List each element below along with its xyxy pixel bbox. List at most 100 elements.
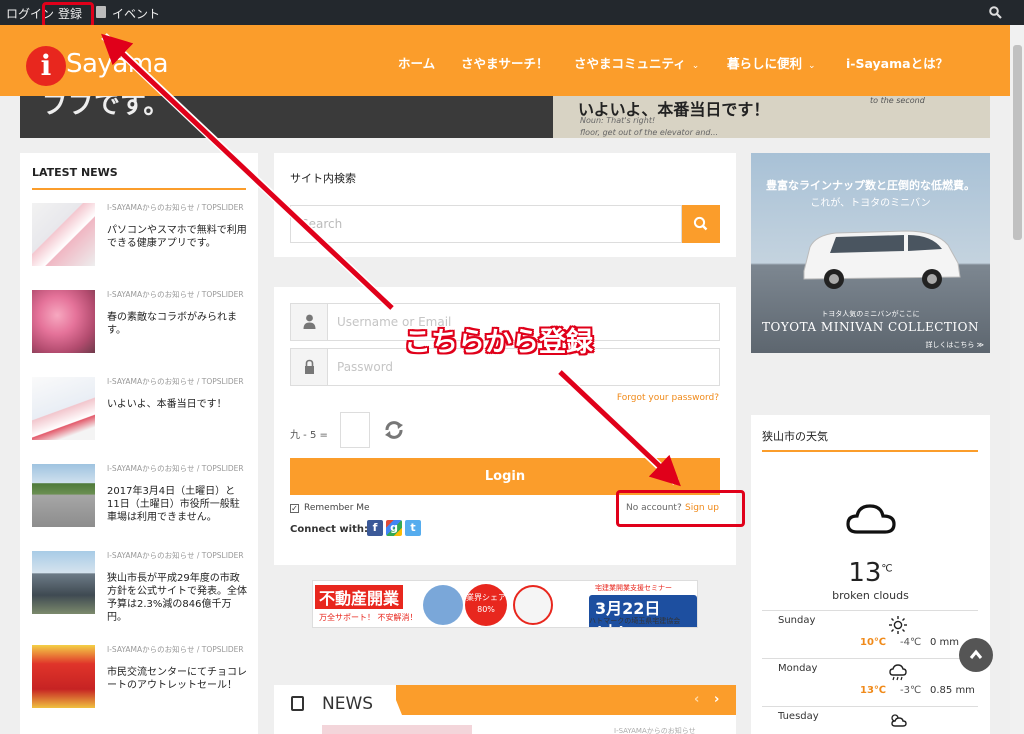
news-category[interactable]: I-SAYAMAからのお知らせ / TOPSLIDER — [107, 551, 247, 560]
document-icon — [291, 696, 304, 711]
search-button[interactable] — [682, 205, 720, 243]
search-icon — [693, 216, 708, 231]
news-category[interactable]: I-SAYAMAからのお知らせ / TOPSLIDER — [107, 290, 247, 299]
ad-subline: 万全サポート！ 不安解消！ — [319, 613, 418, 622]
cloud-icon — [846, 504, 896, 534]
hero-handwriting: to the second — [870, 96, 925, 105]
admin-bar: ログイン 登録 イベント — [0, 0, 1024, 28]
news-category[interactable]: I-SAYAMAからのお知らせ / TOPSLIDER — [107, 645, 247, 654]
news-category[interactable]: I-SAYAMAからのお知らせ / TOPSLIDER — [107, 203, 247, 212]
remember-me-label: Remember Me — [304, 503, 370, 513]
search-input[interactable] — [290, 205, 682, 243]
hero-caption: いよいよ、本番当日です！ — [578, 100, 770, 119]
forecast-high: 10℃ — [860, 637, 887, 648]
news-category[interactable]: I-SAYAMAからのお知らせ — [614, 726, 696, 734]
news-title[interactable]: 2017年3月4日（土曜日）と11日（土曜日）市役所一般駐車場は利用できません。 — [107, 485, 247, 524]
captcha-input[interactable] — [340, 412, 370, 448]
ad-banner[interactable]: 不動産開業 万全サポート！ 不安解消！ 業界シェア 80% 宅建業開業支援セミナ… — [312, 580, 698, 628]
prev-arrow-icon[interactable]: ‹ — [694, 692, 699, 707]
nav-about[interactable]: i-Sayamaとは？ — [846, 53, 948, 72]
news-title[interactable]: 市民交流センターにてチョコレートのアウトレットセール！ — [107, 666, 247, 692]
hero-handwriting: floor, get out of the elevator and... — [580, 128, 719, 137]
password-input[interactable] — [337, 358, 707, 376]
latest-news-heading: LATEST NEWS — [32, 166, 118, 179]
nav-sayama-search[interactable]: さやまサーチ！ — [461, 53, 549, 72]
forecast-precipitation: 0.85 mm — [930, 685, 975, 696]
forecast-precipitation: 0 mm — [930, 637, 960, 648]
captcha-question: 九 - 5 = — [290, 430, 328, 441]
weather-description: broken clouds — [832, 589, 909, 602]
weather-widget: 狭山市の天気 13℃ broken clouds Sunday 10℃ -4℃ … — [751, 415, 990, 734]
connect-with-label: Connect with: — [290, 524, 368, 535]
news-thumbnail[interactable] — [32, 645, 95, 708]
news-thumbnail[interactable] — [32, 464, 95, 527]
forecast-day: Monday — [778, 663, 818, 674]
sun-icon — [889, 616, 907, 634]
annotation-label: こちらから登録 — [404, 327, 593, 358]
search-icon[interactable] — [989, 6, 1002, 19]
ad-headline: 不動産開業 — [315, 585, 404, 609]
facebook-icon[interactable]: f — [367, 520, 383, 536]
nav-home[interactable]: ホーム — [398, 53, 435, 72]
news-thumbnail[interactable] — [32, 203, 95, 266]
site-logo[interactable]: i Sayama — [26, 46, 186, 86]
nav-living-label: 暮らしに便利 — [727, 56, 803, 71]
rain-cloud-icon — [889, 664, 907, 681]
event-link[interactable]: イベント — [112, 5, 160, 22]
next-arrow-icon[interactable]: › — [714, 692, 719, 707]
toyota-ad[interactable]: 豊富なラインナップ数と圧倒的な低燃費。 これが、トヨタのミニバン トヨタ人気のミ… — [751, 153, 990, 353]
logo-text: Sayama — [66, 49, 169, 79]
temperature-unit: ℃ — [881, 563, 893, 575]
news-title[interactable]: 狭山市長が平成29年度の市政方針を公式サイトで発表。全体予算は2.3%減の846… — [107, 572, 247, 624]
refresh-icon[interactable] — [383, 419, 405, 441]
nav-living[interactable]: 暮らしに便利 ⌄ — [727, 53, 816, 72]
latest-news-widget: LATEST NEWS I-SAYAMAからのお知らせ / TOPSLIDER … — [20, 153, 258, 734]
google-icon[interactable]: g — [386, 520, 402, 536]
news-section-title: NEWS — [322, 694, 374, 714]
lock-icon — [291, 349, 328, 385]
site-search-heading: サイト内検索 — [290, 172, 356, 185]
news-category[interactable]: I-SAYAMAからのお知らせ / TOPSLIDER — [107, 377, 247, 386]
news-category[interactable]: I-SAYAMAからのお知らせ / TOPSLIDER — [107, 464, 247, 473]
ad-line: 豊富なラインナップ数と圧倒的な低燃費。 — [766, 179, 975, 192]
partly-cloudy-icon — [891, 714, 907, 727]
nav-sayama-community[interactable]: さやまコミュニティ ⌄ — [574, 53, 699, 72]
user-icon — [291, 304, 328, 340]
signup-highlight-box — [616, 490, 745, 527]
forecast-row: Tuesday — [762, 706, 978, 734]
minivan-image — [803, 230, 961, 289]
hero-left-text: ブブです。 — [42, 96, 170, 120]
site-search-widget: サイト内検索 — [274, 153, 736, 257]
remember-me-checkbox[interactable]: ✓ — [290, 504, 299, 513]
chevron-down-icon: ⌄ — [808, 61, 816, 71]
page-scrollbar[interactable] — [1010, 25, 1024, 734]
chevron-up-icon — [969, 649, 983, 659]
news-section: NEWS ‹ › I-SAYAMAからのお知らせ — [274, 685, 736, 734]
news-thumbnail[interactable] — [32, 377, 95, 440]
ad-mascot-image — [513, 585, 553, 625]
news-title[interactable]: 春の素敵なコラボがみられます。 — [107, 311, 247, 337]
ad-seminar-text: 宅建業開業支援セミナー — [595, 584, 672, 592]
news-thumbnail[interactable] — [32, 551, 95, 614]
news-title[interactable]: いよいよ、本番当日です！ — [107, 398, 247, 411]
logo-mark: i — [26, 46, 66, 86]
chevron-down-icon: ⌄ — [691, 61, 700, 71]
news-bar — [396, 685, 736, 715]
weather-heading: 狭山市の天気 — [762, 430, 828, 443]
temperature-value: 13 — [848, 558, 882, 588]
news-thumbnail[interactable] — [322, 725, 472, 734]
news-thumbnail[interactable] — [32, 290, 95, 353]
back-to-top-button[interactable] — [959, 638, 993, 672]
twitter-icon[interactable]: t — [405, 520, 421, 536]
calendar-icon — [96, 6, 106, 18]
current-temperature: 13℃ — [751, 558, 990, 588]
ad-mascot-image — [423, 585, 463, 625]
hero-slider[interactable]: ブブです。 to the second Noun: That's right! … — [20, 96, 990, 138]
heading-underline — [762, 450, 978, 452]
forgot-password-link[interactable]: Forgot your password? — [617, 393, 719, 403]
news-title[interactable]: パソコンやスマホで無料で利用できる健康アプリです。 — [107, 224, 247, 250]
ad-line: トヨタ人気のミニバンがここに — [821, 310, 920, 318]
scrollbar-thumb[interactable] — [1013, 45, 1022, 240]
forecast-low: -3℃ — [900, 685, 922, 696]
ad-details-link[interactable]: 詳しくはこちら ≫ — [925, 340, 984, 350]
